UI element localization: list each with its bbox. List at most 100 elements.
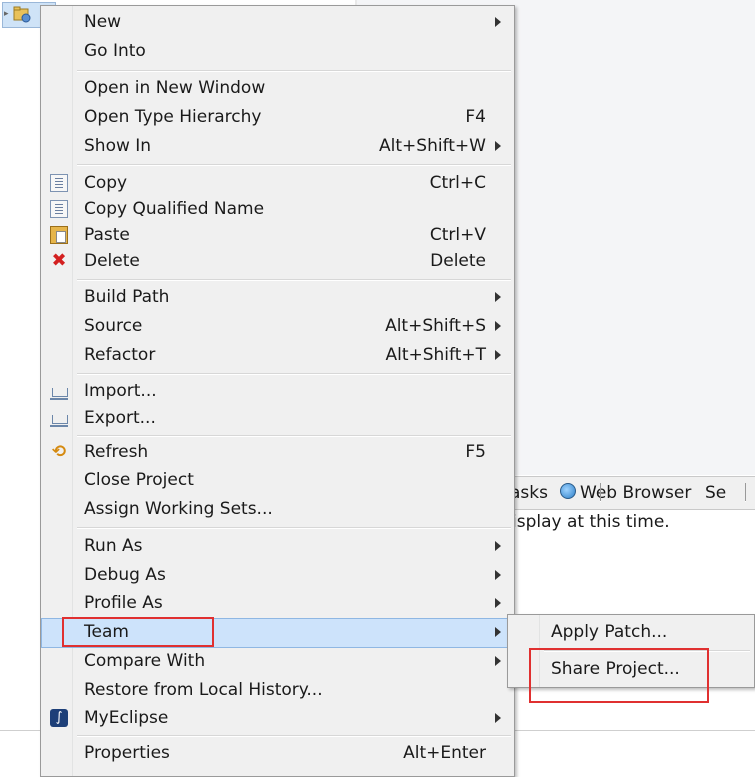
menu-item-label: Paste [84,225,130,245]
menu-item-shortcut: Alt+Shift+W [379,136,486,156]
menu-item-label: Export... [84,408,156,428]
menu-item-label: Copy Qualified Name [84,199,265,219]
menu-separator [77,373,511,375]
submenu-arrow-icon [495,292,501,302]
menu-item-close-project[interactable]: Close Project [42,467,513,495]
menu-item-go-into[interactable]: Go Into [42,38,513,66]
menu-separator [77,279,511,281]
menu-item-label: New [84,12,122,32]
tab-tasks[interactable]: asks [510,483,548,503]
menu-item-new[interactable]: New [42,9,513,37]
menu-item-label: Close Project [84,470,194,490]
import-icon [50,382,68,400]
menu-item-import[interactable]: Import... [42,378,513,406]
menu-item-properties[interactable]: Properties Alt+Enter [42,740,513,768]
menu-item-myeclipse[interactable]: ∫ MyEclipse [42,705,513,733]
tab-separator [745,483,746,502]
export-icon [50,409,68,427]
menu-item-profile-as[interactable]: Profile As [42,590,513,618]
globe-icon [560,483,576,499]
menu-item-build-path[interactable]: Build Path [42,284,513,312]
menu-item-label: MyEclipse [84,708,169,728]
package-explorer-strip [0,0,40,763]
menu-item-label: Compare With [84,651,206,671]
menu-item-export[interactable]: Export... [42,405,513,433]
menu-item-shortcut: Delete [430,251,486,271]
menu-item-label: Properties [84,743,170,763]
submenu-arrow-icon [495,627,501,637]
menu-item-shortcut: F4 [465,107,486,127]
menu-item-refresh[interactable]: ⟲ Refresh F5 [42,439,513,467]
menu-item-label: Copy [84,173,128,193]
submenu-arrow-icon [495,713,501,723]
submenu-item-apply-patch[interactable]: Apply Patch... [509,619,753,647]
tab-separator [600,483,601,502]
submenu-arrow-icon [495,656,501,666]
menu-item-label: Restore from Local History... [84,680,323,700]
menu-item-label: Open in New Window [84,78,266,98]
submenu-arrow-icon [495,598,501,608]
menu-item-copy[interactable]: Copy Ctrl+C [42,170,513,198]
menu-item-shortcut: Ctrl+V [429,225,486,245]
submenu-arrow-icon [495,141,501,151]
menu-item-assign-working-sets[interactable]: Assign Working Sets... [42,496,513,524]
menu-item-refactor[interactable]: Refactor Alt+Shift+T [42,342,513,370]
submenu-arrow-icon [495,17,501,27]
menu-item-source[interactable]: Source Alt+Shift+S [42,313,513,341]
menu-item-label: Import... [84,381,157,401]
menu-item-shortcut: Ctrl+C [429,173,486,193]
menu-item-label: Delete [84,251,140,271]
menu-item-shortcut: Alt+Enter [403,743,486,763]
menu-item-show-in[interactable]: Show In Alt+Shift+W [42,133,513,161]
menu-item-label: Refactor [84,345,156,365]
menu-item-label: Open Type Hierarchy [84,107,262,127]
submenu-arrow-icon [495,570,501,580]
submenu-arrow-icon [495,321,501,331]
menu-item-label: Debug As [84,565,166,585]
tab-servers[interactable]: Se [705,483,746,503]
menu-separator [77,164,511,166]
menu-item-run-as[interactable]: Run As [42,533,513,561]
menu-item-compare-with[interactable]: Compare With [42,648,513,676]
project-icon [13,6,31,23]
tab-web-browser[interactable]: Web Browser [560,483,691,503]
menu-item-debug-as[interactable]: Debug As [42,562,513,590]
menu-item-shortcut: Alt+Shift+S [385,316,486,336]
menu-item-paste[interactable]: Paste Ctrl+V [42,222,513,250]
copy-qualified-icon [50,200,68,218]
myeclipse-icon: ∫ [50,709,68,727]
menu-separator [77,735,511,737]
menu-item-shortcut: Alt+Shift+T [385,345,486,365]
annotation-box-team [62,617,214,647]
menu-item-label: Refresh [84,442,149,462]
menu-item-delete[interactable]: ✖ Delete Delete [42,248,513,276]
submenu-arrow-icon [495,541,501,551]
paste-icon [50,226,68,244]
menu-separator [77,527,511,529]
view-message: isplay at this time. [512,512,670,532]
menu-separator [77,70,511,72]
menu-item-label: Build Path [84,287,170,307]
menu-item-shortcut: F5 [465,442,486,462]
menu-item-label: Profile As [84,593,163,613]
expand-icon[interactable]: ▸ [4,9,9,19]
menu-item-restore-local-history[interactable]: Restore from Local History... [42,677,513,705]
submenu-arrow-icon [495,350,501,360]
menu-item-copy-qualified-name[interactable]: Copy Qualified Name [42,196,513,224]
menu-item-label: Source [84,316,143,336]
bottom-view-tabs: asks Web Browser Se [500,476,755,510]
delete-icon: ✖ [51,250,67,271]
submenu-item-label: Apply Patch... [551,622,668,642]
menu-item-label: Run As [84,536,143,556]
context-menu: New Go Into Open in New Window Open Type… [40,5,515,777]
menu-item-label: Assign Working Sets... [84,499,273,519]
menu-separator [77,435,511,437]
menu-item-label: Show In [84,136,152,156]
copy-icon [50,174,68,192]
menu-item-label: Go Into [84,41,146,61]
menu-item-open-in-new-window[interactable]: Open in New Window [42,75,513,103]
annotation-box-share-project [529,648,709,703]
refresh-icon: ⟲ [51,442,67,462]
menu-item-open-type-hierarchy[interactable]: Open Type Hierarchy F4 [42,104,513,132]
tab-web-browser-label: Web Browser [580,483,692,503]
